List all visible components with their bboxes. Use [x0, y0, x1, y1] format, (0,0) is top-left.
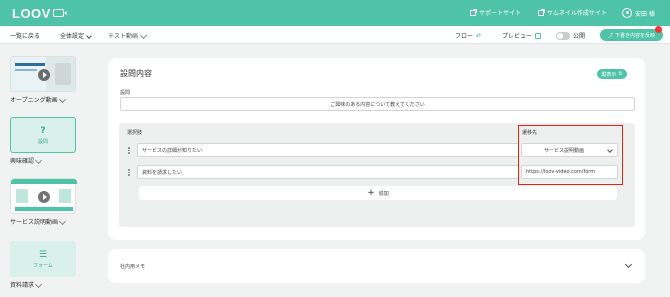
sort-icon: ⇅ [618, 71, 623, 77]
edit-icon [58, 95, 66, 104]
choices-header: 選択肢 [127, 130, 143, 136]
user-icon [622, 8, 632, 18]
support-site-label: サポートサイト [479, 10, 522, 17]
camera-icon [52, 9, 67, 17]
loov-logo[interactable]: LOOV [12, 5, 67, 21]
external-link-icon [538, 8, 545, 16]
scene-label-form[interactable]: 資料請求 [10, 280, 43, 289]
choice-text: サービスの詳細が知りたい [142, 147, 203, 154]
question-label: 設問 [120, 90, 131, 96]
display-mode-button[interactable]: 縦表示 ⇅ [597, 69, 627, 79]
thumb-header-bar [11, 179, 77, 184]
publish-toggle[interactable]: 公開 [556, 31, 585, 40]
video-title-label: テスト動画 [108, 33, 139, 40]
global-settings-label: 全体設定 [60, 33, 85, 40]
play-icon [38, 191, 50, 203]
logo-text: LOOV [12, 5, 51, 21]
thumbnail-site-label: サムネイル作成サイト [547, 10, 607, 17]
thumb-type-label: フォーム [33, 262, 53, 269]
display-mode-label: 縦表示 [601, 71, 617, 78]
back-to-list-label: 一覧に戻る [10, 33, 41, 40]
top-bar: LOOV サポートサイト サムネイル作成サイト 安田 様 [0, 0, 670, 26]
user-name: 安田 様 [635, 10, 655, 18]
memo-label: 社内用メモ [120, 264, 146, 270]
section-title: 設問内容 [120, 69, 152, 78]
play-icon [38, 69, 50, 81]
question-value: ご興味のある内容について教えてください [330, 101, 425, 108]
thumb-illustration [16, 189, 28, 203]
highlight-box [518, 125, 623, 185]
editor-toolbar: 一覧に戻る 全体設定 テスト動画 フロー ⇄ プレビュー 公開 ⤴ 下書き内容を… [0, 26, 670, 44]
scene-name: 興味確認 [10, 158, 35, 165]
question-icon: ? [40, 125, 46, 136]
edit-icon [34, 156, 43, 165]
thumbnail-site-link[interactable]: サムネイル作成サイト [538, 8, 607, 17]
edit-icon [34, 280, 43, 289]
flow-label: フロー [455, 33, 474, 40]
choice-input[interactable]: サービスの詳細が知りたい [137, 143, 519, 157]
choice-text: 資料を請求したい [142, 169, 183, 176]
save-draft-label: 下書き内容を反映 [615, 32, 656, 39]
thumb-type-label: 設問 [37, 138, 48, 145]
scene-thumbnail-form[interactable]: ☰ フォーム [10, 241, 76, 277]
external-link-icon [470, 8, 477, 16]
chevron-down-icon [86, 32, 92, 39]
preview-button[interactable]: プレビュー [502, 31, 543, 40]
thumb-text-line [15, 63, 45, 66]
support-site-link[interactable]: サポートサイト [470, 8, 521, 17]
scene-thumbnail-opening[interactable] [10, 56, 76, 92]
thumb-person-image [55, 63, 71, 85]
edit-icon [58, 217, 67, 226]
scene-label-interest[interactable]: 興味確認 [10, 156, 43, 165]
preview-label: プレビュー [502, 33, 533, 40]
notification-dot [655, 26, 662, 33]
edit-icon [139, 31, 148, 40]
choice-input[interactable]: 資料を請求したい [137, 165, 519, 179]
drag-handle-icon[interactable] [128, 169, 133, 176]
thumb-text-line [15, 69, 37, 71]
toggle-switch[interactable] [556, 31, 570, 40]
memo-card[interactable] [108, 249, 645, 283]
add-choice-button[interactable]: + 追加 [139, 186, 617, 200]
drag-handle-icon[interactable] [128, 147, 133, 154]
scene-name: サービス説明動画 [10, 219, 59, 226]
flow-button[interactable]: フロー ⇄ [455, 31, 481, 40]
scene-name: オープニング動画 [10, 97, 58, 104]
add-choice-label: 追加 [378, 190, 389, 197]
flow-icon: ⇄ [476, 32, 482, 39]
scene-label-opening[interactable]: オープニング動画 [10, 95, 66, 104]
plus-icon: + [367, 188, 375, 198]
scene-name: 資料請求 [10, 282, 35, 289]
scene-thumbnail-question[interactable]: ? 設問 [10, 117, 76, 153]
thumb-illustration [59, 189, 71, 203]
publish-label: 公開 [573, 33, 586, 40]
list-icon: ☰ [38, 249, 48, 260]
scene-thumbnail-service[interactable] [10, 178, 77, 214]
external-link-icon [535, 31, 543, 39]
video-title[interactable]: テスト動画 [108, 31, 148, 40]
scene-label-service[interactable]: サービス説明動画 [10, 217, 67, 226]
global-settings-dropdown[interactable]: 全体設定 [60, 31, 92, 40]
save-draft-button[interactable]: ⤴ 下書き内容を反映 [600, 29, 663, 41]
user-menu[interactable]: 安田 様 [622, 8, 655, 18]
thumb-footer-bar [15, 207, 73, 211]
upload-icon: ⤴ [607, 32, 613, 39]
back-to-list-button[interactable]: 一覧に戻る [10, 31, 40, 40]
question-input[interactable]: ご興味のある内容について教えてください [120, 97, 635, 111]
